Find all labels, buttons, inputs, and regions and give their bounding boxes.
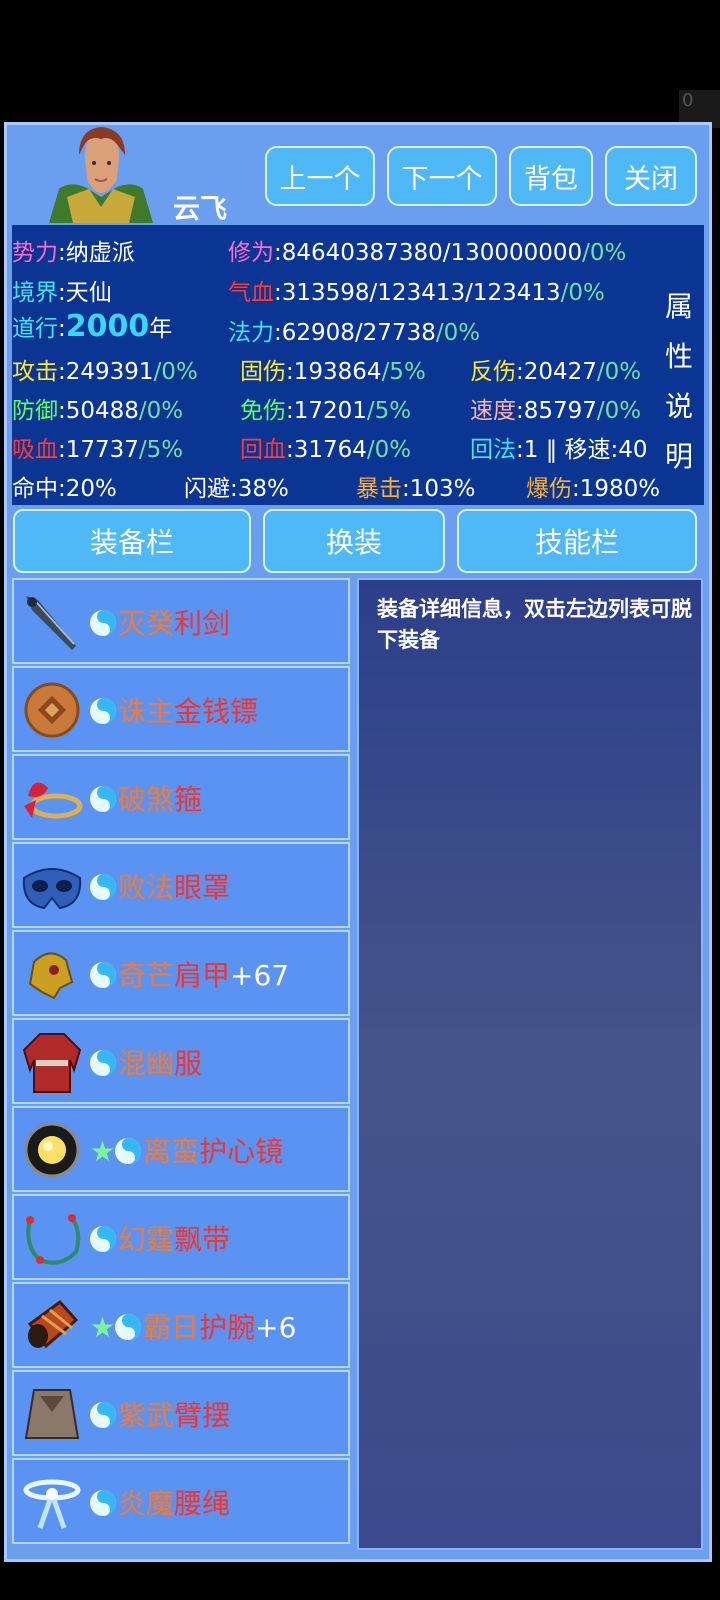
character-avatar xyxy=(49,127,153,223)
yinyang-icon xyxy=(115,1138,142,1164)
mirror-icon xyxy=(20,1118,84,1182)
tab-equipment[interactable]: 装备栏 xyxy=(13,509,251,573)
equipment-list: 灭癸利剑 诛主金钱镖 破煞箍 败法眼罩 奇芒肩甲+67 混幽服 ★离蛮护心镜 xyxy=(12,578,352,1553)
yinyang-icon xyxy=(90,1226,116,1252)
equipment-row[interactable]: ★ 霸日护腕+6 xyxy=(12,1282,350,1368)
stat-defense: 防御:50488/0% xyxy=(12,398,184,424)
bag-button[interactable]: 背包 xyxy=(509,146,593,206)
stat-dao: 道行:2000年 xyxy=(12,309,173,344)
stat-mp: 法力:62908/27738/0% xyxy=(228,320,481,346)
equipment-row[interactable]: 紫武臂摆 xyxy=(12,1370,350,1456)
yinyang-icon xyxy=(90,610,116,636)
tab-skills[interactable]: 技能栏 xyxy=(457,509,697,573)
attribute-description-button[interactable]: 属性说明 xyxy=(661,282,697,482)
stat-crit: 暴击:103% xyxy=(356,476,476,502)
equipment-row[interactable]: 败法眼罩 xyxy=(12,842,350,928)
yinyang-icon xyxy=(90,1402,116,1428)
stat-mp-regen: 回法:1 ‖ 移速:40 xyxy=(470,437,648,463)
close-button[interactable]: 关闭 xyxy=(605,146,697,206)
arm-guard-icon xyxy=(20,1382,84,1446)
equipment-row[interactable]: 诛主金钱镖 xyxy=(12,666,350,752)
equipment-row[interactable]: 混幽服 xyxy=(12,1018,350,1104)
yinyang-icon xyxy=(90,1050,116,1076)
stat-realm: 境界:天仙 xyxy=(12,280,112,306)
stat-hp: 气血:313598/123413/123413/0% xyxy=(228,280,605,306)
sword-icon xyxy=(20,590,84,654)
yinyang-icon xyxy=(90,874,116,900)
stat-faction: 势力:纳虚派 xyxy=(12,240,135,266)
yinyang-icon xyxy=(90,698,116,724)
yinyang-icon xyxy=(115,1314,142,1340)
next-button[interactable]: 下一个 xyxy=(387,146,497,206)
prev-button[interactable]: 上一个 xyxy=(265,146,375,206)
stat-dodge: 闪避:38% xyxy=(184,476,289,502)
detail-hint-text: 装备详细信息，双击左边列表可脱下装备 xyxy=(377,597,692,652)
equipment-row[interactable]: 炎魔腰绳 xyxy=(12,1458,350,1544)
headband-icon xyxy=(20,766,84,830)
stat-lifesteal: 吸血:17737/5% xyxy=(12,437,184,463)
sash-icon xyxy=(20,1206,84,1270)
equipment-detail-panel: 装备详细信息，双击左边列表可脱下装备 xyxy=(357,578,703,1550)
robe-icon xyxy=(20,1030,84,1094)
stat-hit: 命中:20% xyxy=(12,476,117,502)
yinyang-icon xyxy=(90,786,116,812)
stat-crit-dmg: 爆伤:1980% xyxy=(526,476,661,502)
stat-immune: 免伤:17201/5% xyxy=(240,398,412,424)
yinyang-icon xyxy=(90,962,116,988)
equipment-row[interactable]: 奇芒肩甲+67 xyxy=(12,930,350,1016)
bracer-icon xyxy=(20,1294,84,1358)
character-panel: 云飞 上一个 下一个 背包 关闭 势力:纳虚派 修为:84640387380/1… xyxy=(4,122,712,1562)
stat-fixed-dmg: 固伤:193864/5% xyxy=(240,359,426,385)
equipment-row[interactable]: 灭癸利剑 xyxy=(12,578,350,664)
stats-panel: 势力:纳虚派 修为:84640387380/130000000/0% 境界:天仙… xyxy=(12,225,704,505)
equipment-row[interactable]: ★ 离蛮护心镜 xyxy=(12,1106,350,1192)
coin-dart-icon xyxy=(20,678,84,742)
stat-attack: 攻击:249391/0% xyxy=(12,359,198,385)
mask-icon xyxy=(20,854,84,918)
waist-rope-icon xyxy=(20,1470,84,1534)
equipment-row[interactable]: 幻霆飘带 xyxy=(12,1194,350,1280)
stat-regen: 回血:31764/0% xyxy=(240,437,412,463)
equipment-row[interactable]: 破煞箍 xyxy=(12,754,350,840)
pauldron-icon xyxy=(20,942,84,1006)
tab-swap[interactable]: 换装 xyxy=(263,509,445,573)
stat-speed: 速度:85797/0% xyxy=(470,398,642,424)
stat-cultivation: 修为:84640387380/130000000/0% xyxy=(228,240,627,266)
stat-reflect: 反伤:20427/0% xyxy=(470,359,642,385)
character-name: 云飞 xyxy=(173,194,227,225)
yinyang-icon xyxy=(90,1490,116,1516)
